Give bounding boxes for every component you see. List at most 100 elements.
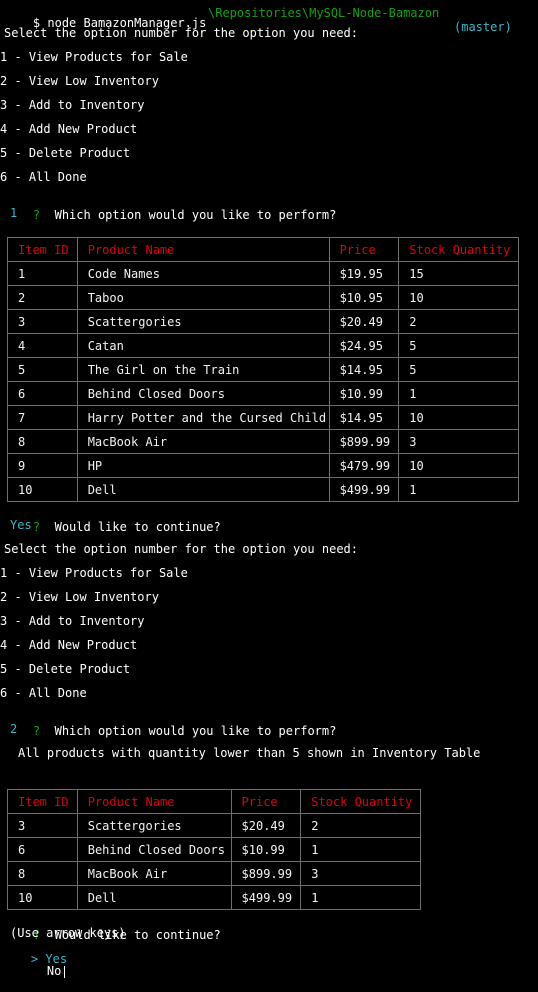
table-row: 10 Dell $499.99 1 [7, 477, 519, 502]
cell-item-id: 8 [7, 861, 78, 886]
cell-item-id: 9 [7, 453, 78, 478]
question-mark-icon: ? [32, 208, 41, 222]
cell-item-id: 10 [7, 477, 78, 502]
question-text: Would like to continue? [54, 520, 221, 534]
cell-stock: 1 [300, 837, 421, 862]
table-row: 1 Code Names $19.95 15 [7, 261, 519, 286]
cell-stock: 3 [398, 429, 519, 454]
menu-option: 3 - Add to Inventory [0, 98, 145, 112]
cell-price: $10.99 [230, 837, 302, 862]
cell-stock: 3 [300, 861, 421, 886]
table-row: 6 Behind Closed Doors $10.99 1 [7, 381, 519, 406]
cell-item-id: 10 [7, 885, 78, 910]
cell-product-name: Behind Closed Doors [76, 381, 330, 406]
cell-product-name: MacBook Air [76, 861, 232, 886]
menu-option: 4 - Add New Product [0, 638, 138, 652]
cell-item-id: 1 [7, 261, 78, 286]
cell-price: $899.99 [328, 429, 400, 454]
prompt-question: ? Which option would you like to perform… [4, 194, 336, 236]
cell-product-name: The Girl on the Train [76, 357, 330, 382]
cell-stock: 1 [300, 885, 421, 910]
table-row: 4 Catan $24.95 5 [7, 333, 519, 358]
cell-price: $19.95 [328, 261, 400, 286]
cell-product-name: Behind Closed Doors [76, 837, 232, 862]
cell-stock: 10 [398, 453, 519, 478]
cell-stock: 5 [398, 333, 519, 358]
cell-stock: 10 [398, 405, 519, 430]
git-branch: (master) [454, 20, 512, 34]
menu-header: Select the option number for the option … [4, 26, 359, 40]
cell-price: $499.99 [328, 477, 400, 502]
cell-stock: 1 [398, 381, 519, 406]
table-row: 9 HP $479.99 10 [7, 453, 519, 478]
cell-price: $24.95 [328, 333, 400, 358]
cell-item-id: 6 [7, 837, 78, 862]
table-header-row: Item ID Product Name Price Stock Quantit… [7, 237, 519, 262]
cell-product-name: Taboo [76, 285, 330, 310]
menu-option: 2 - View Low Inventory [0, 74, 159, 88]
low-inventory-table: Item ID Product Name Price Stock Quantit… [7, 789, 421, 910]
choice-no[interactable]: No [18, 950, 66, 992]
cell-stock: 2 [300, 813, 421, 838]
menu-option: 3 - Add to Inventory [0, 614, 145, 628]
menu-option: 2 - View Low Inventory [0, 590, 159, 604]
cell-stock: 15 [398, 261, 519, 286]
menu-header: Select the option number for the option … [4, 542, 359, 556]
column-header: Price [328, 237, 400, 262]
menu-option: 5 - Delete Product [0, 146, 131, 160]
cell-price: $20.49 [230, 813, 302, 838]
cell-item-id: 8 [7, 429, 78, 454]
column-header: Stock Quantity [398, 237, 519, 262]
cell-item-id: 3 [7, 813, 78, 838]
cell-product-name: Code Names [76, 261, 330, 286]
inventory-table: Item ID Product Name Price Stock Quantit… [7, 237, 519, 502]
cell-stock: 2 [398, 309, 519, 334]
menu-option: 5 - Delete Product [0, 662, 131, 676]
table-row: 6 Behind Closed Doors $10.99 1 [7, 837, 421, 862]
cell-price: $14.95 [328, 357, 400, 382]
cell-product-name: Harry Potter and the Cursed Child [76, 405, 330, 430]
cell-product-name: Scattergories [76, 309, 330, 334]
table-row: 7 Harry Potter and the Cursed Child $14.95… [7, 405, 519, 430]
cell-item-id: 5 [7, 357, 78, 382]
menu-option: 6 - All Done [0, 686, 87, 700]
menu-option: 4 - Add New Product [0, 122, 138, 136]
column-header: Product Name [76, 789, 232, 814]
choice-label: No [46, 964, 62, 978]
column-header: Price [230, 789, 302, 814]
cell-price: $14.95 [328, 405, 400, 430]
table-row: 10 Dell $499.99 1 [7, 885, 421, 910]
cell-item-id: 7 [7, 405, 78, 430]
table-row: 3 Scattergories $20.49 2 [7, 813, 421, 838]
cell-price: $499.99 [230, 885, 302, 910]
cell-price: $10.95 [328, 285, 400, 310]
cell-stock: 10 [398, 285, 519, 310]
prompt-answer: 1 [10, 206, 18, 220]
cell-product-name: Dell [76, 477, 330, 502]
table-row: 8 MacBook Air $899.99 3 [7, 429, 519, 454]
table-row: 8 MacBook Air $899.99 3 [7, 861, 421, 886]
menu-option: 1 - View Products for Sale [0, 50, 188, 64]
cell-product-name: Catan [76, 333, 330, 358]
question-mark-icon: ? [32, 724, 41, 738]
cell-price: $10.99 [328, 381, 400, 406]
low-inventory-message: All products with quantity lower than 5 … [18, 746, 481, 760]
table-row: 5 The Girl on the Train $14.95 5 [7, 357, 519, 382]
text-cursor [64, 965, 66, 978]
question-text: Which option would you like to perform? [54, 208, 337, 222]
cell-product-name: Scattergories [76, 813, 232, 838]
cell-item-id: 6 [7, 381, 78, 406]
column-header: Product Name [76, 237, 330, 262]
column-header: Item ID [7, 237, 78, 262]
cell-product-name: MacBook Air [76, 429, 330, 454]
cell-item-id: 3 [7, 309, 78, 334]
menu-option: 6 - All Done [0, 170, 87, 184]
prompt-answer: Yes [10, 518, 32, 532]
question-text: Which option would you like to perform? [54, 724, 337, 738]
table-row: 2 Taboo $10.95 10 [7, 285, 519, 310]
cell-item-id: 4 [7, 333, 78, 358]
question-mark-icon: ? [32, 520, 41, 534]
cell-stock: 1 [398, 477, 519, 502]
column-header: Stock Quantity [300, 789, 421, 814]
cell-product-name: HP [76, 453, 330, 478]
